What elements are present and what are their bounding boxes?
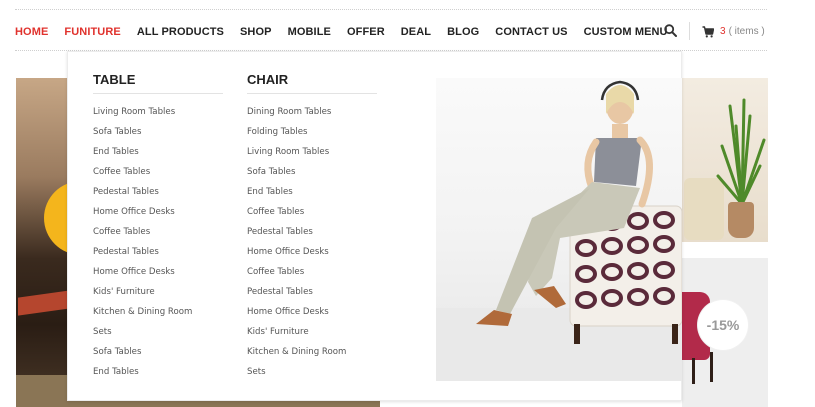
chair-link[interactable]: Sets (247, 366, 377, 386)
table-column-title: TABLE (93, 72, 223, 94)
nav-item-deal[interactable]: DEAL (401, 26, 431, 38)
nav-item-custom-menu[interactable]: CUSTOM MENU (584, 26, 668, 38)
chair-link[interactable]: Pedestal Tables (247, 286, 377, 306)
chair-link[interactable]: Home Office Desks (247, 306, 377, 326)
chair-link[interactable]: Coffee Tables (247, 266, 377, 286)
nav-item-all-products[interactable]: ALL PRODUCTS (137, 26, 224, 38)
book-decoration (18, 290, 70, 316)
cart-count[interactable]: 3 (720, 26, 726, 37)
plant-pot (728, 202, 754, 238)
table-link[interactable]: Kitchen & Dining Room (93, 306, 223, 326)
chair-link[interactable]: Pedestal Tables (247, 226, 377, 246)
furniture-mega-menu: TABLE Living Room Tables Sofa Tables End… (67, 51, 682, 401)
chair-link[interactable]: Home Office Desks (247, 246, 377, 266)
chair-link[interactable]: End Tables (247, 186, 377, 206)
nav-item-home[interactable]: HOME (15, 26, 48, 38)
table-link[interactable]: Coffee Tables (93, 166, 223, 186)
nav-item-blog[interactable]: BLOG (447, 26, 479, 38)
table-link[interactable]: Coffee Tables (93, 226, 223, 246)
table-link[interactable]: Home Office Desks (93, 206, 223, 226)
chair-link[interactable]: Coffee Tables (247, 206, 377, 226)
table-link[interactable]: Sofa Tables (93, 126, 223, 146)
chair-link[interactable]: Living Room Tables (247, 146, 377, 166)
table-link[interactable]: Home Office Desks (93, 266, 223, 286)
chair-column-title: CHAIR (247, 72, 377, 94)
table-link[interactable]: Pedestal Tables (93, 186, 223, 206)
table-link[interactable]: Sets (93, 326, 223, 346)
nav-item-mobile[interactable]: MOBILE (288, 26, 331, 38)
nav-tools: 3 ( items ) (664, 22, 765, 40)
chair-column: CHAIR Dining Room Tables Folding Tables … (247, 72, 377, 386)
table-link[interactable]: Kids' Furniture (93, 286, 223, 306)
search-icon[interactable] (664, 24, 678, 38)
table-link[interactable]: Sofa Tables (93, 346, 223, 366)
discount-badge: -15% (698, 300, 748, 350)
table-link[interactable]: End Tables (93, 366, 223, 386)
nav-top-border (15, 9, 767, 10)
table-link[interactable]: Living Room Tables (93, 106, 223, 126)
chair-link[interactable]: Dining Room Tables (247, 106, 377, 126)
promo-image[interactable] (436, 78, 682, 381)
banner-plant-room[interactable] (682, 78, 768, 242)
plant-image (716, 98, 766, 206)
nav-item-contact-us[interactable]: CONTACT US (495, 26, 567, 38)
nav-item-offer[interactable]: OFFER (347, 26, 385, 38)
chair-link[interactable]: Kitchen & Dining Room (247, 346, 377, 366)
model-with-armchair-illustration (436, 80, 682, 381)
banner-red-chair[interactable]: -15% (682, 258, 768, 407)
table-column: TABLE Living Room Tables Sofa Tables End… (93, 72, 223, 386)
chair-link[interactable]: Sofa Tables (247, 166, 377, 186)
chair-link[interactable]: Folding Tables (247, 126, 377, 146)
nav-item-furniture[interactable]: FUNITURE (64, 26, 120, 38)
main-nav: HOME FUNITURE ALL PRODUCTS SHOP MOBILE O… (15, 24, 684, 40)
table-link[interactable]: End Tables (93, 146, 223, 166)
table-link[interactable]: Pedestal Tables (93, 246, 223, 266)
slider-dots[interactable] (181, 403, 221, 407)
nav-separator (689, 22, 690, 40)
cart-items-label[interactable]: ( items ) (729, 26, 765, 37)
cart-icon[interactable] (702, 25, 715, 38)
chair-link[interactable]: Kids' Furniture (247, 326, 377, 346)
nav-item-shop[interactable]: SHOP (240, 26, 272, 38)
